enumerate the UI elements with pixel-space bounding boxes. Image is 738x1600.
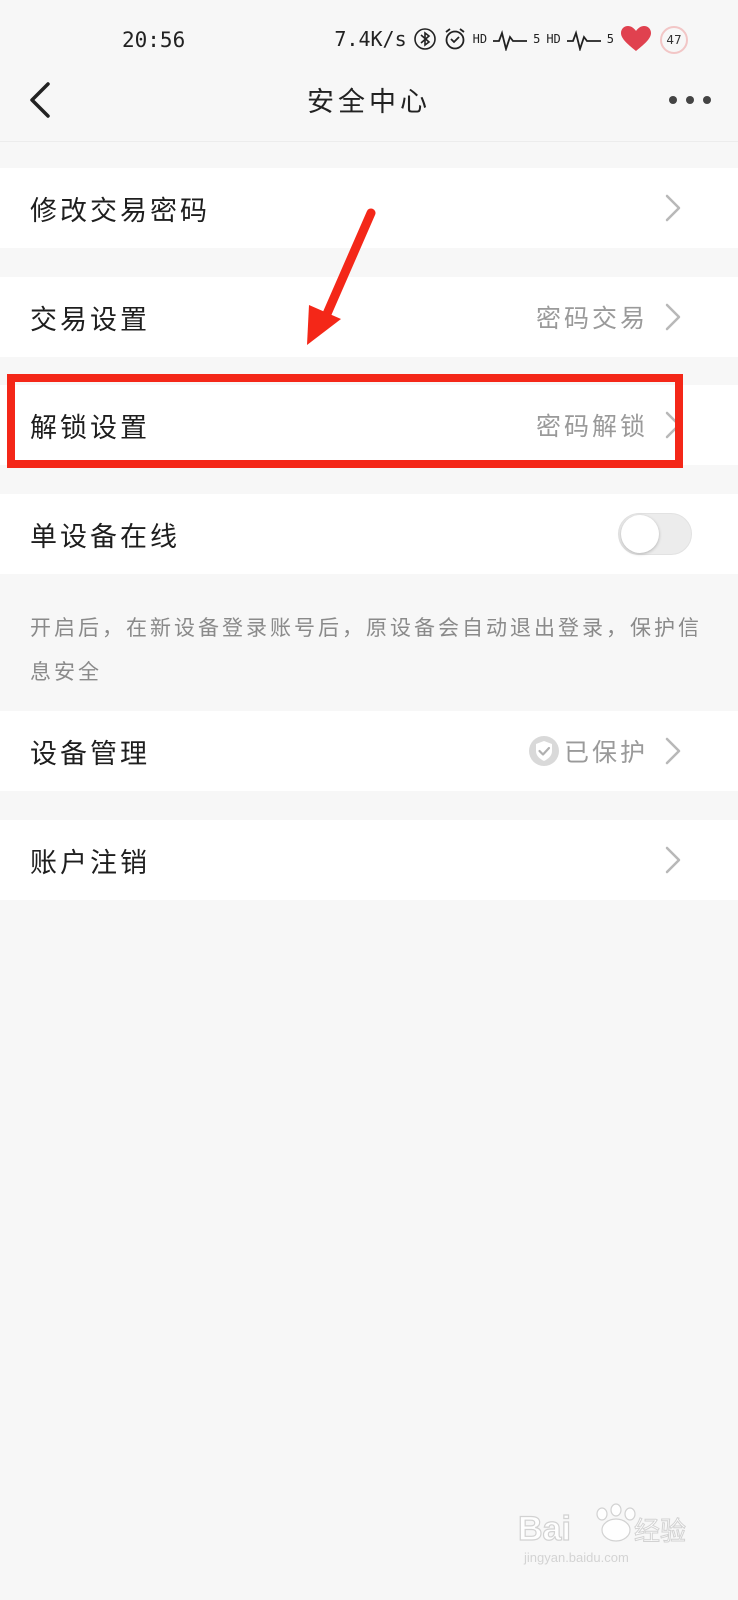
nav-bar: 安全中心 <box>0 60 738 142</box>
watermark-brand: Bai <box>518 1510 571 1548</box>
row-device-management[interactable]: 设备管理 已保护 <box>0 711 738 791</box>
signal-number: 5 <box>533 32 541 46</box>
heart-icon <box>621 26 651 51</box>
chevron-right-icon <box>665 411 681 439</box>
page-title: 安全中心 <box>307 87 431 118</box>
watermark-brand-tail: 经验 <box>634 1517 686 1547</box>
single-device-note: 开启后，在新设备登录账号后，原设备会自动退出登录，保护信息安全 <box>30 616 702 684</box>
chevron-right-icon <box>665 303 681 331</box>
shield-check-icon <box>529 736 559 766</box>
chevron-right-icon <box>665 737 681 765</box>
signal-icon <box>566 29 601 51</box>
status-time: 20:56 <box>122 28 186 52</box>
baidu-jingyan-watermark: Bai 经验 jingyan.baidu.com <box>518 1503 687 1565</box>
signal-hd-label: HD <box>546 32 561 46</box>
battery-indicator: 47 <box>660 26 688 54</box>
more-dots-icon[interactable] <box>668 90 712 110</box>
row-trade-settings[interactable]: 交易设置 密码交易 <box>0 277 738 357</box>
row-label: 修改交易密码 <box>30 195 210 227</box>
signal-hd-label: HD <box>472 32 488 46</box>
row-value: 密码交易 <box>535 304 648 333</box>
security-center-page: 20:56 7.4K/s HD 5 HD 5 47 安全中心 修改交易密码 交易… <box>0 0 738 1600</box>
chevron-right-icon <box>665 194 681 222</box>
row-unlock-settings[interactable]: 解锁设置 密码解锁 <box>0 385 738 465</box>
row-label: 设备管理 <box>30 738 150 770</box>
net-speed: 7.4K/s <box>334 27 407 51</box>
single-device-toggle[interactable] <box>618 513 692 555</box>
alarm-icon <box>445 28 465 50</box>
toggle-knob <box>621 515 659 553</box>
row-label: 单设备在线 <box>30 521 180 553</box>
row-change-trade-password[interactable]: 修改交易密码 <box>0 168 738 248</box>
bluetooth-icon <box>413 28 436 50</box>
chevron-right-icon <box>665 846 681 874</box>
signal-group-1: HD <box>473 33 487 45</box>
row-label: 解锁设置 <box>30 412 150 444</box>
status-icons: 7.4K/s HD 5 HD 5 <box>334 24 692 54</box>
row-label: 账户注销 <box>30 847 150 879</box>
row-label: 交易设置 <box>30 304 150 336</box>
row-account-deletion[interactable]: 账户注销 <box>0 820 738 900</box>
watermark-url: jingyan.baidu.com <box>523 1550 629 1565</box>
signal-number: 5 <box>606 32 614 46</box>
row-value: 密码解锁 <box>535 412 648 441</box>
row-single-device-online: 单设备在线 <box>0 494 738 574</box>
row-value: 已保护 <box>563 738 648 767</box>
signal-icon <box>493 29 528 51</box>
